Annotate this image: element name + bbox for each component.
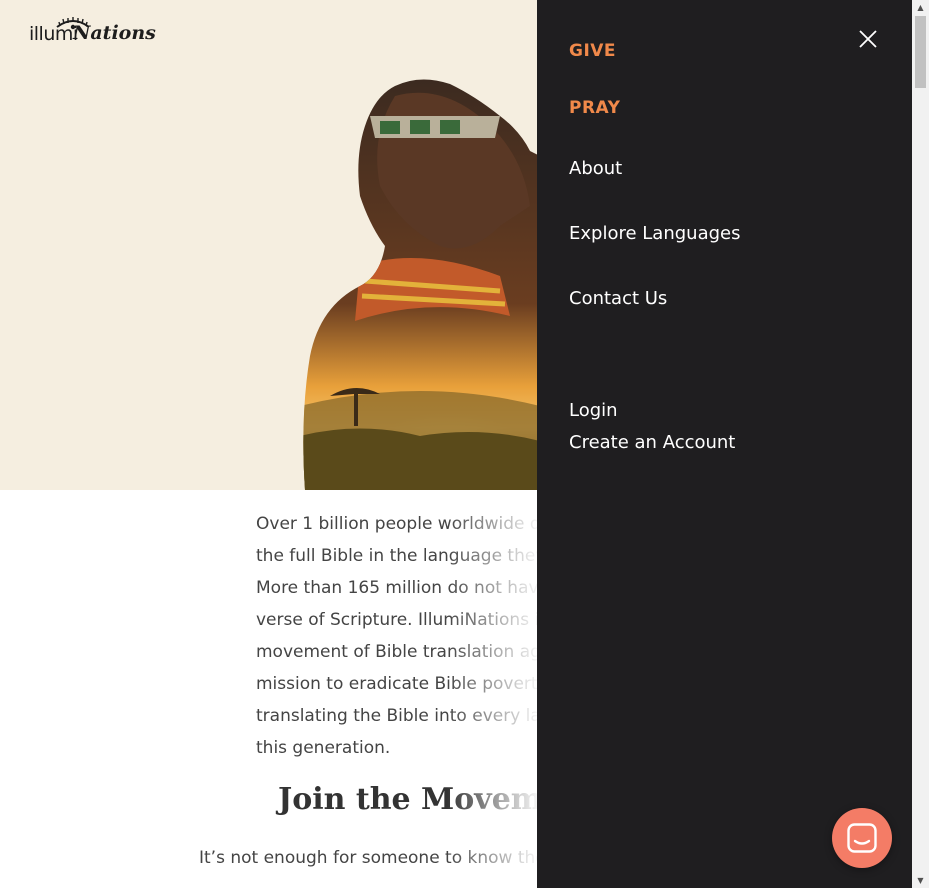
drawer-shadow-overlay (447, 490, 537, 888)
page: illumi Nations Over 1 billion people wor… (0, 0, 912, 888)
scrollbar[interactable] (912, 0, 929, 888)
site-logo[interactable]: illumi Nations (29, 17, 156, 47)
logo-text-nations: Nations (73, 22, 156, 44)
scrollbar-thumb[interactable] (915, 16, 926, 88)
chat-launcher-button[interactable] (832, 808, 892, 868)
nav-about-link[interactable]: About (569, 158, 622, 179)
nav-contact-link[interactable]: Contact Us (569, 288, 667, 309)
close-icon[interactable] (855, 26, 881, 52)
nav-explore-languages-link[interactable]: Explore Languages (569, 223, 740, 244)
scroll-up-icon[interactable]: ▲ (915, 2, 926, 13)
logo-text-illumi: illumi (29, 23, 78, 45)
login-link[interactable]: Login (569, 400, 618, 421)
hero-portrait-image (303, 79, 540, 490)
scroll-down-icon[interactable]: ▼ (915, 875, 926, 886)
create-account-link[interactable]: Create an Account (569, 432, 735, 453)
nav-pray-link[interactable]: PRAY (569, 98, 620, 118)
chat-icon (847, 823, 877, 853)
nav-give-link[interactable]: GIVE (569, 41, 616, 61)
